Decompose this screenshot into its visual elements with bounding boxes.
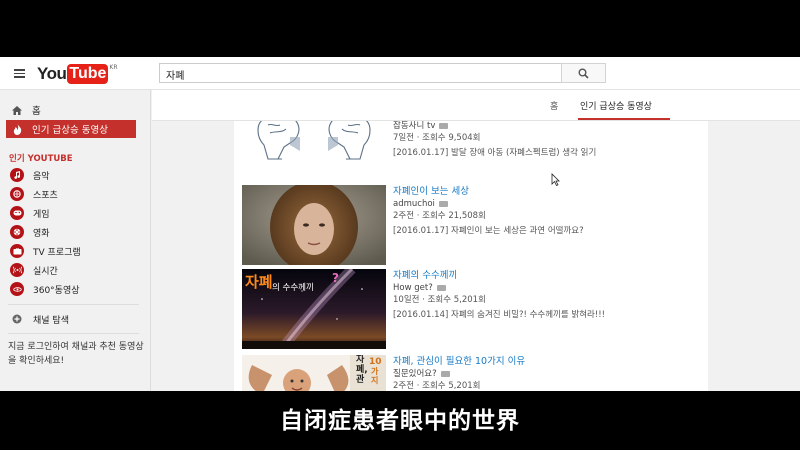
masthead: You Tube KR 자폐 [0, 57, 800, 90]
sidebar-divider [8, 304, 139, 305]
thumb-side-text: 자폐,관 [356, 355, 368, 385]
sidebar-item-gaming[interactable]: 게임 [10, 204, 50, 222]
thumb-question-mark: ? [332, 271, 339, 285]
sidebar-item-music[interactable]: 음악 [10, 166, 50, 184]
sidebar-item-360[interactable]: 360°동영상 [10, 280, 80, 298]
sidebar-item-trending[interactable]: 인기 급상승 동영상 [6, 120, 136, 138]
video-stats: 2주전 · 조회수 5,201회 [393, 381, 481, 391]
sidebar-item-tv[interactable]: TV 프로그램 [10, 242, 81, 260]
video-channel[interactable]: admuchoi [393, 198, 708, 210]
video-thumbnail-galaxy[interactable]: 자폐 의 수수께끼 ? [242, 269, 386, 349]
video-item[interactable]: 10 가지 자폐,관 자폐, 관심이 필요한 10가지 이유 질문있어요? 2주… [242, 355, 708, 391]
sidebar-item-browse-channels[interactable]: 채널 탐색 [10, 310, 69, 328]
search-icon [578, 68, 589, 79]
sidebar-item-label: 채널 탐색 [33, 315, 69, 326]
sidebar-item-live[interactable]: 실시간 [10, 261, 58, 279]
sidebar-item-movies[interactable]: 영화 [10, 223, 50, 241]
video-item[interactable]: 자폐 의 수수께끼 ? 자폐의 수수께끼 How get? 10일전 · 조회수… [242, 269, 708, 349]
thumb-number: 10 [369, 357, 382, 367]
video-channel[interactable]: 잡동사니 tv [393, 121, 708, 132]
sidebar-item-label: TV 프로그램 [33, 247, 81, 258]
verified-icon [438, 201, 448, 207]
video-title[interactable]: 자폐인이 보는 세상 [393, 185, 708, 198]
video-description: [2016.01.17] 자폐인이 보는 세상은 과연 어떨까요? [393, 226, 584, 236]
verified-icon [440, 371, 450, 377]
sidebar-item-label: 실시간 [33, 266, 58, 277]
verified-icon [439, 123, 449, 129]
tv-icon [10, 244, 24, 258]
video-description: [2016.01.14] 자폐의 숨겨진 비밀?! 수수께끼를 밝혀라!!! [393, 310, 606, 320]
thumb-text-small: 의 수수께끼 [272, 283, 314, 293]
video-channel[interactable]: How get? [393, 282, 708, 294]
movie-icon [10, 225, 24, 239]
youtube-logo[interactable]: You Tube KR [37, 64, 118, 84]
video-subtitle: 自闭症患者眼中的世界 [280, 407, 520, 434]
sidebar-item-label: 영화 [33, 228, 50, 239]
thumb-text-big: 자폐 [245, 273, 273, 291]
letterbox-bottom: 自闭症患者眼中的世界 [0, 391, 800, 450]
video-description: [2016.01.17] 발달 장애 아동 (자폐스펙트럼) 생각 읽기 [393, 148, 597, 158]
sidebar-item-label: 홈 [32, 106, 41, 117]
sidebar-item-home[interactable]: 홈 [6, 101, 136, 119]
video-feed: 잡동사니 tv 7일전 · 조회수 9,504회 [2016.01.17] 발달… [234, 121, 708, 391]
mouse-cursor-icon [551, 173, 560, 186]
logo-region: KR [109, 64, 118, 71]
search-input[interactable]: 자폐 [159, 63, 562, 83]
feed-tabs: 홈 인기 급상승 동영상 [152, 90, 800, 121]
video-stats: 2주전 · 조회수 21,508회 [393, 211, 486, 221]
video-title[interactable]: 자폐의 수수께끼 [393, 269, 708, 282]
sidebar-item-label: 게임 [33, 209, 50, 220]
youtube-window: You Tube KR 자폐 홈 인기 급상승 동영상 인기 YOUTUBE 음… [0, 57, 800, 391]
sidebar-item-label: 스포츠 [33, 190, 58, 201]
360-icon [10, 282, 24, 296]
video-stats: 7일전 · 조회수 9,504회 [393, 133, 481, 143]
sidebar-item-sports[interactable]: 스포츠 [10, 185, 58, 203]
section-title: 인기 YOUTUBE [9, 154, 73, 164]
verified-icon [436, 285, 446, 291]
video-stats: 10일전 · 조회수 5,201회 [393, 295, 486, 305]
menu-icon[interactable] [14, 69, 25, 78]
sidebar-divider [8, 333, 139, 334]
tab-home[interactable]: 홈 [550, 99, 558, 112]
logo-you-text: You [37, 64, 67, 83]
sidebar: 홈 인기 급상승 동영상 인기 YOUTUBE 음악 스포츠 게임 영화 TV … [0, 90, 151, 391]
sidebar-item-label: 음악 [33, 171, 50, 182]
home-icon [10, 105, 24, 115]
sidebar-item-label: 인기 급상승 동영상 [32, 125, 108, 136]
sidebar-item-label: 360°동영상 [33, 285, 80, 296]
video-thumbnail-hands[interactable]: 10 가지 자폐,관 [242, 355, 386, 391]
flame-icon [10, 123, 24, 135]
video-thumbnail-brains[interactable] [242, 121, 386, 165]
tab-trending[interactable]: 인기 급상승 동영상 [580, 99, 652, 112]
video-thumbnail-face[interactable] [242, 185, 386, 265]
logo-tube-text: Tube [67, 64, 109, 84]
sports-icon [10, 187, 24, 201]
gaming-icon [10, 206, 24, 220]
login-prompt: 지금 로그인하여 채널과 추천 동영상을 확인하세요! [8, 342, 144, 366]
plus-circle-icon [10, 314, 24, 324]
video-item[interactable]: 자폐인이 보는 세상 admuchoi 2주전 · 조회수 21,508회 [2… [242, 185, 708, 265]
thumb-text: 가지 [371, 367, 379, 385]
music-icon [10, 168, 24, 182]
tab-active-indicator [578, 118, 670, 120]
video-title[interactable]: 자폐, 관심이 필요한 10가지 이유 [393, 355, 708, 368]
live-icon [10, 263, 24, 277]
letterbox-top [0, 0, 800, 57]
video-channel[interactable]: 질문있어요? [393, 368, 708, 380]
video-item[interactable]: 잡동사니 tv 7일전 · 조회수 9,504회 [2016.01.17] 발달… [242, 121, 708, 165]
search-button[interactable] [561, 63, 606, 83]
